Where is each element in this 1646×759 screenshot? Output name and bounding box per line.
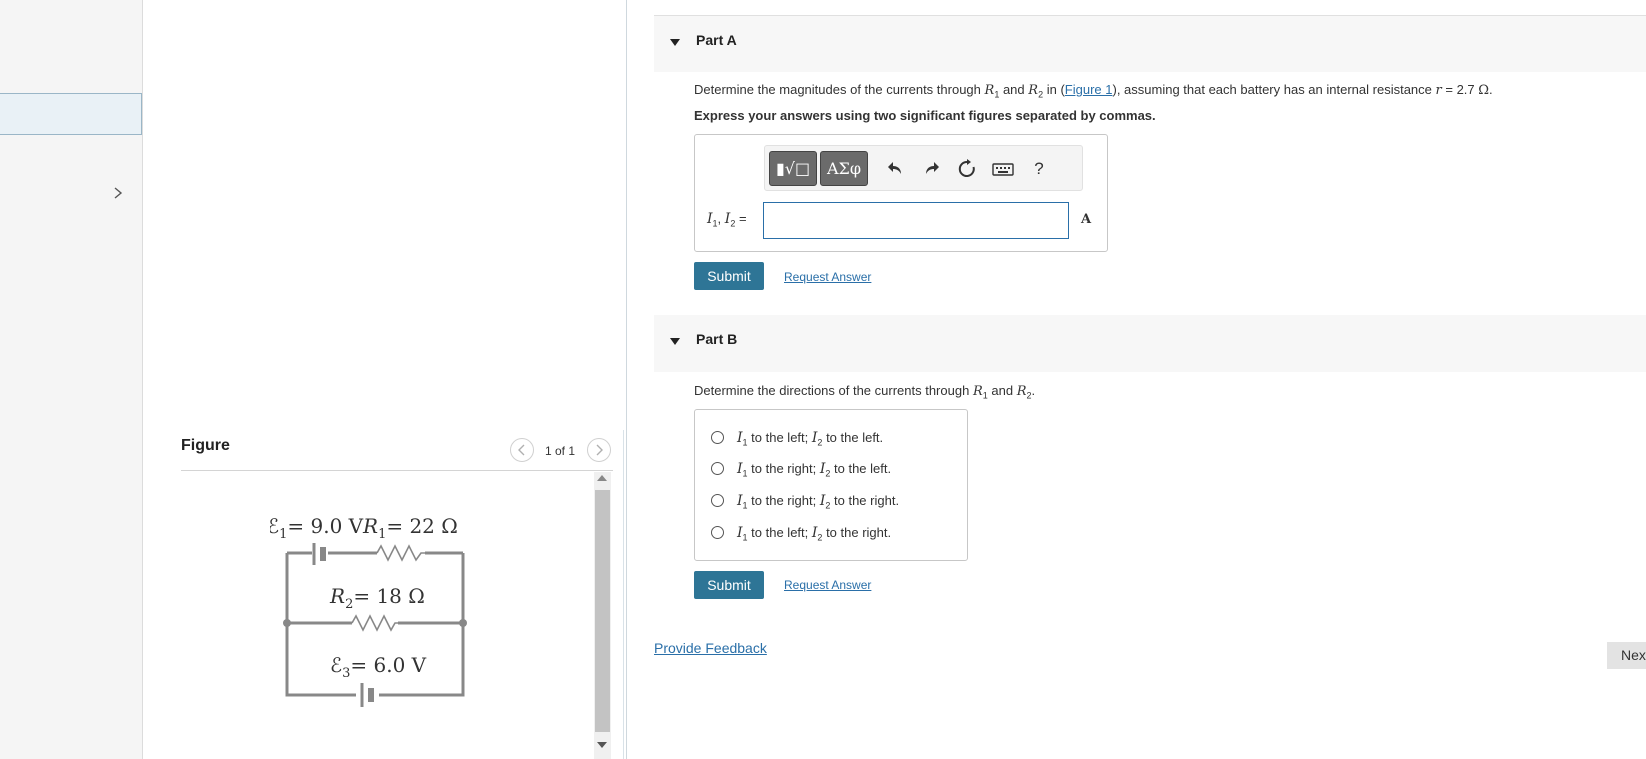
choice-label: I1 to the right; I2 to the right. [737,493,900,511]
caret-down-icon[interactable] [670,39,680,46]
templates-button[interactable]: ▮√□ [769,151,817,186]
figure-prev-button[interactable] [510,438,534,462]
r1-subscript: 1 [994,89,1000,100]
internal-resistance-symbol: r [1435,83,1442,98]
emf1-symbol: ℰ [270,514,279,538]
r1-symbol: R [972,384,983,399]
radio-button[interactable] [711,526,724,539]
caret-down-icon[interactable] [670,338,680,345]
i2-subscript: 2 [730,218,736,229]
r2-symbol: R [329,584,345,608]
figure-link[interactable]: Figure 1 [1065,82,1113,97]
internal-resistance-value: = 2.7 [1445,82,1475,97]
answer-separator: , [717,211,722,226]
circuit-figure: ℰ1= 9.0 V R1= 22 Ω R2= 18 Ω ℰ3= 6.0 V [270,514,467,707]
part-b-header[interactable]: Part B [654,315,1646,372]
figure-title: Figure [181,437,230,454]
figure-divider [181,470,613,471]
answer-unit: A [1081,212,1092,227]
r2-value: = 18 Ω [353,584,425,608]
svg-text:ℰ1= 9.0 V: ℰ1= 9.0 V [270,514,364,542]
redo-icon[interactable] [920,158,942,180]
figure-counter: 1 of 1 [545,444,576,458]
figure-next-button[interactable] [587,438,611,462]
instructions: Express your answers using two significa… [694,108,1156,123]
answer-input[interactable] [763,202,1069,239]
page: Figure 1 of 1 ℰ1= 9.0 V R1= 22 Ω R2= 18 … [0,0,1646,759]
emf3-subscript: 3 [342,666,350,681]
symbols-button[interactable]: ΑΣφ [820,151,868,186]
ohm-unit: Ω [1478,83,1490,98]
answer-label: I1, I2 = [707,211,747,229]
emf3-symbol: ℰ [330,653,342,677]
next-button[interactable]: Nex [1607,642,1646,669]
r1-subscript: 1 [982,390,988,401]
radio-button[interactable] [711,494,724,507]
question-text: Determine the directions of the currents… [694,383,970,398]
choice-label: I1 to the right; I2 to the left. [737,461,892,479]
part-b-label: Part B [696,331,738,347]
question-text: and [991,383,1014,398]
r2-symbol: R [1028,83,1039,98]
chevron-right-icon[interactable] [111,186,125,200]
choices-box: I1 to the left; I2 to the left. I1 to th… [694,409,968,561]
question-text: Determine the magnitudes of the currents… [694,82,981,97]
part-a-label: Part A [696,32,737,48]
radio-button[interactable] [711,462,724,475]
scroll-up-arrow-icon[interactable] [597,475,607,481]
choice-label: I1 to the left; I2 to the left. [737,430,884,448]
emf1-value: = 9.0 V [287,514,363,538]
part-a-header[interactable]: Part A [654,15,1646,72]
part-b-question: Determine the directions of the currents… [694,383,1035,401]
part-a-question: Determine the magnitudes of the currents… [694,82,1493,100]
part-a-request-answer-link[interactable]: Request Answer [784,270,871,284]
r1-subscript: 1 [378,527,386,542]
panel-divider [626,0,627,759]
question-text: . [1031,383,1036,398]
choice-label: I1 to the left; I2 to the right. [737,525,892,543]
figure-scrollbar-thumb[interactable] [595,490,610,732]
radio-button[interactable] [711,431,724,444]
figure-panel-border [623,430,624,759]
r2-subscript: 2 [345,597,353,612]
reset-icon[interactable] [956,158,978,180]
question-text: and [1002,82,1025,97]
svg-text:ℰ3= 6.0 V: ℰ3= 6.0 V [330,653,427,681]
part-b-submit-button[interactable]: Submit [694,571,764,599]
emf3-value: = 6.0 V [350,653,426,677]
question-text: . [1489,82,1493,97]
part-b-request-answer-link[interactable]: Request Answer [784,578,871,592]
math-toolbar: ▮√□ ΑΣφ ? [764,145,1083,191]
r1-symbol: R [984,83,995,98]
part-a-submit-button[interactable]: Submit [694,262,764,290]
rail-selected-item[interactable] [0,93,142,135]
r1-symbol: R [362,514,378,538]
scroll-down-arrow-icon[interactable] [597,742,607,748]
r2-subscript: 2 [1038,89,1044,100]
r1-value: = 22 Ω [386,514,458,538]
svg-text:R1= 22 Ω: R1= 22 Ω [362,514,458,542]
emf1-subscript: 1 [279,527,287,542]
question-text: in ( [1046,82,1065,97]
chevron-right-icon [596,444,603,456]
r2-symbol: R [1016,384,1027,399]
help-button[interactable]: ? [1028,158,1050,180]
provide-feedback-link[interactable]: Provide Feedback [654,640,767,656]
svg-text:R2= 18 Ω: R2= 18 Ω [329,584,425,612]
keyboard-icon[interactable] [992,158,1014,180]
answer-equals: = [738,211,747,226]
question-text: ), assuming that each battery has an int… [1112,82,1432,97]
answer-box: ▮√□ ΑΣφ ? I1, I2 = A [694,134,1108,252]
chevron-left-icon [518,444,525,456]
undo-icon[interactable] [885,158,907,180]
